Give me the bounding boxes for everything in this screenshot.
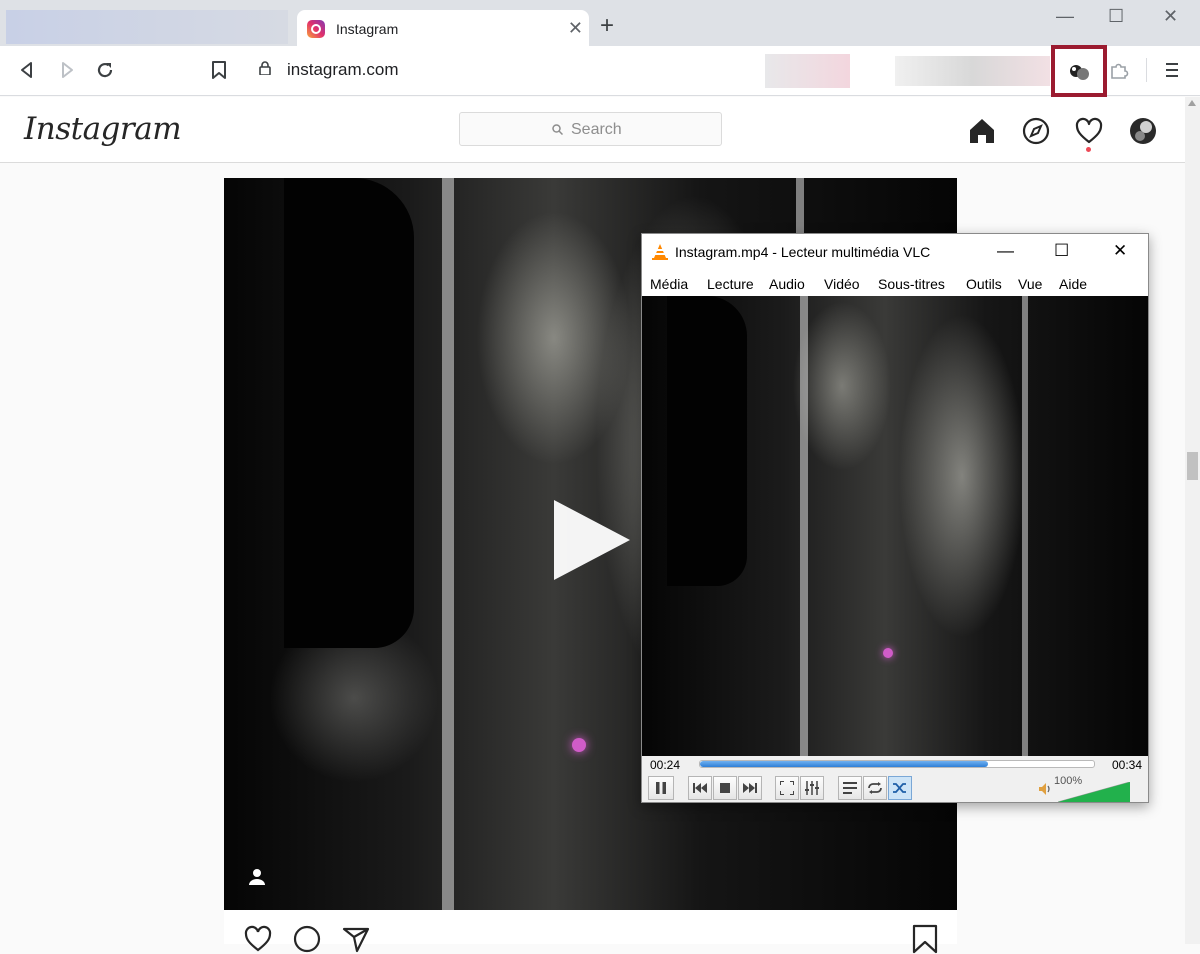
- vlc-playlist-button[interactable]: [838, 776, 862, 800]
- vlc-menu-sous-titres[interactable]: Sous-titres: [878, 276, 945, 292]
- vlc-previous-button[interactable]: [688, 776, 712, 800]
- tab-title: Instagram: [336, 21, 399, 37]
- vlc-current-time: 00:24: [650, 758, 681, 772]
- previous-icon: [693, 783, 707, 793]
- vlc-title: Instagram.mp4 - Lecteur multimédia VLC: [675, 244, 931, 260]
- search-placeholder: Search: [571, 121, 622, 138]
- play-icon[interactable]: [554, 500, 630, 580]
- vlc-menu-vue[interactable]: Vue: [1018, 276, 1042, 292]
- blurred-extension-area-2: [895, 56, 1050, 86]
- vlc-menu-aide[interactable]: Aide: [1059, 276, 1087, 292]
- shuffle-icon: [893, 783, 906, 793]
- url-text[interactable]: instagram.com: [287, 60, 398, 80]
- like-heart-icon[interactable]: [243, 924, 273, 954]
- vlc-cone-icon: [652, 244, 668, 260]
- vlc-minimize-button[interactable]: —: [997, 241, 1014, 261]
- tab-close-icon[interactable]: ✕: [568, 18, 583, 39]
- search-icon: [552, 124, 563, 135]
- home-icon[interactable]: [967, 116, 997, 146]
- vlc-seek-bar[interactable]: [699, 760, 1095, 768]
- page-scrollbar[interactable]: [1185, 97, 1200, 944]
- vlc-seek-progress: [700, 761, 988, 767]
- vlc-seek-row: 00:24 00:34: [642, 756, 1148, 774]
- video-pink-light: [572, 738, 586, 752]
- vlc-menu-lecture[interactable]: Lecture: [707, 276, 754, 292]
- window-minimize-button[interactable]: —: [1056, 6, 1074, 27]
- vlc-menubar: Média Lecture Audio Vidéo Sous-titres Ou…: [642, 270, 1148, 296]
- tagged-user-icon[interactable]: [248, 868, 266, 886]
- post-action-bar: [224, 910, 957, 954]
- activity-heart-icon[interactable]: [1074, 116, 1104, 146]
- video-light-beam: [442, 178, 454, 910]
- video-silhouette: [284, 178, 414, 648]
- bookmark-icon[interactable]: [211, 60, 227, 80]
- comment-icon[interactable]: [292, 924, 322, 954]
- vlc-titlebar[interactable]: Instagram.mp4 - Lecteur multimédia VLC —…: [642, 234, 1148, 270]
- instagram-favicon-icon: [307, 20, 325, 38]
- vlc-video-pink-light: [883, 648, 893, 658]
- explore-compass-icon[interactable]: [1021, 116, 1051, 146]
- vlc-fullscreen-button[interactable]: [775, 776, 799, 800]
- scroll-thumb[interactable]: [1187, 452, 1198, 480]
- toolbar-divider: [1146, 58, 1147, 82]
- notification-dot: [1086, 147, 1091, 152]
- volume-slider[interactable]: [1058, 782, 1130, 802]
- vlc-video-silhouette: [667, 296, 747, 586]
- browser-tab-strip: Instagram ✕ + — ☐ ✕: [0, 0, 1200, 48]
- blurred-tab[interactable]: [6, 10, 288, 44]
- scroll-up-arrow-icon[interactable]: [1188, 100, 1196, 106]
- vlc-shuffle-button[interactable]: [888, 776, 912, 800]
- lock-icon[interactable]: [259, 61, 271, 75]
- tab-instagram[interactable]: Instagram ✕: [297, 10, 589, 48]
- playlist-icon: [843, 782, 857, 794]
- profile-avatar-icon[interactable]: [1128, 116, 1158, 146]
- share-send-icon[interactable]: [341, 924, 371, 954]
- vlc-loop-button[interactable]: [863, 776, 887, 800]
- browser-toolbar: instagram.com: [0, 46, 1200, 96]
- reload-icon[interactable]: [95, 60, 115, 80]
- vlc-menu-video[interactable]: Vidéo: [824, 276, 860, 292]
- loop-icon: [868, 782, 882, 794]
- vlc-maximize-button[interactable]: ☐: [1054, 241, 1069, 261]
- vlc-controls: 100%: [642, 774, 1148, 802]
- pause-icon: [656, 782, 666, 794]
- instagram-logo[interactable]: Instagram: [24, 111, 182, 147]
- vlc-video-light-beam: [800, 296, 808, 756]
- vlc-menu-media[interactable]: Média: [650, 276, 688, 292]
- stop-icon: [720, 783, 730, 793]
- vlc-menu-audio[interactable]: Audio: [769, 276, 805, 292]
- vlc-pause-button[interactable]: [648, 776, 674, 800]
- vlc-close-button[interactable]: ✕: [1113, 241, 1127, 261]
- window-maximize-button[interactable]: ☐: [1108, 6, 1124, 27]
- menu-icon[interactable]: [1166, 61, 1178, 79]
- vlc-extended-settings-button[interactable]: [800, 776, 824, 800]
- fullscreen-icon: [780, 781, 794, 795]
- vlc-video-area[interactable]: [642, 296, 1148, 756]
- vlc-video-light-beam-2: [1022, 296, 1028, 756]
- save-bookmark-icon[interactable]: [910, 924, 940, 954]
- pip-extension-icon[interactable]: [1067, 60, 1091, 84]
- forward-icon[interactable]: [58, 61, 76, 79]
- search-input[interactable]: Search: [459, 112, 722, 146]
- vlc-window[interactable]: Instagram.mp4 - Lecteur multimédia VLC —…: [641, 233, 1149, 803]
- instagram-header: Instagram Search: [0, 97, 1185, 163]
- back-icon[interactable]: [18, 61, 36, 79]
- address-bar[interactable]: instagram.com: [245, 52, 850, 88]
- vlc-stop-button[interactable]: [713, 776, 737, 800]
- volume-speaker-icon[interactable]: [1038, 782, 1052, 796]
- next-icon: [743, 783, 757, 793]
- extensions-puzzle-icon[interactable]: [1108, 59, 1130, 81]
- vlc-menu-outils[interactable]: Outils: [966, 276, 1002, 292]
- blurred-extension-area: [765, 54, 850, 88]
- vlc-next-button[interactable]: [738, 776, 762, 800]
- new-tab-button[interactable]: +: [600, 14, 614, 38]
- vlc-total-time: 00:34: [1111, 758, 1142, 772]
- equalizer-icon: [805, 781, 819, 795]
- window-close-button[interactable]: ✕: [1163, 6, 1178, 27]
